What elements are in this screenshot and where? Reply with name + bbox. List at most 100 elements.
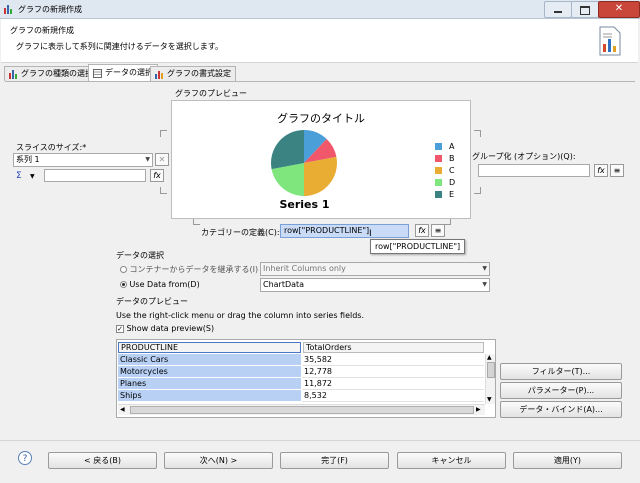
sigma-icon[interactable]: Σ xyxy=(16,171,22,181)
legend-swatch xyxy=(435,167,442,174)
corner-guide xyxy=(444,219,451,225)
vertical-scrollbar[interactable]: ▲ ▼ xyxy=(485,354,495,404)
preview-label: グラフのプレビュー xyxy=(175,89,247,98)
legend-swatch xyxy=(435,191,442,198)
tooltip-text: row["PRODUCTLINE"] xyxy=(375,242,461,251)
title-bar: グラフの新規作成 ✕ xyxy=(0,0,640,19)
table-cell: 35,582 xyxy=(302,354,484,366)
radio-circle xyxy=(120,281,127,288)
inherit-select[interactable]: Inherit Columns only ▼ xyxy=(260,262,490,276)
group-sort-button[interactable]: ≡ xyxy=(610,164,624,177)
use-data-select-value: ChartData xyxy=(263,280,305,289)
fx-icon: fx xyxy=(153,171,161,180)
next-button[interactable]: 次へ(N) > xyxy=(164,452,273,469)
table-cell: Classic Cars xyxy=(118,354,301,366)
table-cell: 11,872 xyxy=(302,378,484,390)
category-label: カテゴリーの定義(C):* xyxy=(201,228,284,237)
fx-icon: fx xyxy=(418,226,426,235)
show-preview-checkbox[interactable]: ✓ Show data preview(S) xyxy=(116,324,214,333)
data-preview-table: PRODUCTLINE TotalOrders Classic Cars 35,… xyxy=(116,339,496,418)
maximize-button[interactable] xyxy=(571,1,599,18)
tab-chart-type[interactable]: グラフの種類の選択 xyxy=(4,66,98,81)
table-cell: 12,778 xyxy=(302,366,484,378)
filter-button[interactable]: フィルター(T)... xyxy=(500,363,622,380)
tab-label: データの選択 xyxy=(105,68,153,77)
pie-slice-e xyxy=(271,130,304,170)
series-label: Series 1 xyxy=(279,198,330,211)
minimize-button[interactable] xyxy=(544,1,572,18)
chart-app-icon xyxy=(4,5,12,14)
table-cell: Ships xyxy=(118,390,301,402)
data-select-label: データの選択 xyxy=(116,251,164,260)
bar-chart-icon xyxy=(9,69,17,79)
apply-button[interactable]: 適用(Y) xyxy=(513,452,622,469)
scroll-down-icon[interactable]: ▼ xyxy=(487,396,492,403)
use-data-select[interactable]: ChartData ▼ xyxy=(260,278,490,292)
category-expression-button[interactable]: fx xyxy=(415,224,429,237)
radio-inherit[interactable]: コンテナーからデータを継承する(I) xyxy=(120,264,258,275)
footer-bar: ? < 戻る(B) 次へ(N) > 完了(F) キャンセル 適用(Y) xyxy=(0,440,640,483)
table-row[interactable]: Ships 8,532 xyxy=(118,390,484,402)
tab-select-data[interactable]: データの選択 xyxy=(88,64,158,81)
column-header-totalorders[interactable]: TotalOrders xyxy=(303,342,484,353)
category-input[interactable]: row["PRODUCTLINE"] xyxy=(280,224,409,238)
data-preview-hint: Use the right-click menu or drag the col… xyxy=(116,311,365,320)
chevron-down-icon: ▼ xyxy=(482,265,487,272)
minimize-icon xyxy=(554,11,562,13)
chart-title: グラフのタイトル xyxy=(277,112,365,125)
column-header-label: TotalOrders xyxy=(306,343,352,352)
finish-button[interactable]: 完了(F) xyxy=(280,452,389,469)
close-button[interactable]: ✕ xyxy=(598,1,640,18)
cancel-button[interactable]: キャンセル xyxy=(397,452,506,469)
pie-slice-c xyxy=(304,156,337,196)
format-chart-icon xyxy=(155,70,163,79)
banner-description: グラフに表示して系列に関連付けるデータを選択します。 xyxy=(16,42,223,51)
scroll-right-icon[interactable]: ▶ xyxy=(476,406,481,413)
slice-expression-input[interactable] xyxy=(44,169,146,182)
table-row[interactable]: Classic Cars 35,582 xyxy=(118,354,484,366)
scrollbar-thumb[interactable] xyxy=(130,406,474,414)
delete-series-button[interactable]: ✕ xyxy=(155,153,169,166)
radio-use-label: Use Data from(D) xyxy=(129,280,200,289)
table-row[interactable]: Planes 11,872 xyxy=(118,378,484,390)
scroll-left-icon[interactable]: ◀ xyxy=(120,406,125,413)
back-button[interactable]: < 戻る(B) xyxy=(48,452,157,469)
text-cursor-icon: I xyxy=(369,229,372,239)
legend-swatch xyxy=(435,155,442,162)
sort-icon: ≡ xyxy=(613,166,621,175)
chevron-down-icon[interactable]: ▼ xyxy=(30,173,35,180)
delete-icon: ✕ xyxy=(158,155,166,164)
table-row[interactable]: Motorcycles 12,778 xyxy=(118,366,484,378)
column-header-productline[interactable]: PRODUCTLINE xyxy=(118,342,301,353)
radio-inherit-label: コンテナーからデータを継承する(I) xyxy=(129,265,259,274)
horizontal-scrollbar[interactable]: ◀ ▶ xyxy=(118,404,485,415)
scroll-up-icon[interactable]: ▲ xyxy=(487,354,492,361)
checkbox-box: ✓ xyxy=(116,324,124,333)
chevron-down-icon: ▼ xyxy=(482,281,487,288)
scrollbar-thumb[interactable] xyxy=(487,362,495,378)
series-select[interactable]: 系列 1 ▼ xyxy=(13,153,153,167)
radio-use-data[interactable]: Use Data from(D) xyxy=(120,280,200,289)
tab-bar: グラフの種類の選択 データの選択 グラフの書式設定 xyxy=(1,64,638,81)
help-icon[interactable]: ? xyxy=(18,451,32,465)
chart-preview: グラフのタイトル Series 1 xyxy=(171,100,471,219)
document-chart-icon xyxy=(599,26,621,56)
corner-guide xyxy=(160,187,167,194)
radio-circle xyxy=(120,266,127,273)
legend-label: C xyxy=(449,166,455,175)
window-title: グラフの新規作成 xyxy=(18,5,82,14)
inherit-select-value: Inherit Columns only xyxy=(263,264,346,273)
table-cell: 8,532 xyxy=(302,390,484,402)
expression-builder-button[interactable]: fx xyxy=(150,169,164,182)
category-sort-button[interactable]: ≡ xyxy=(431,224,445,237)
data-binding-button[interactable]: データ・バインド(A)... xyxy=(500,401,622,418)
column-header-label: PRODUCTLINE xyxy=(121,343,179,352)
chevron-down-icon: ▼ xyxy=(145,156,150,163)
parameter-button[interactable]: パラメーター(P)... xyxy=(500,382,622,399)
group-label: グループ化 (オプション)(Q): xyxy=(472,152,576,161)
legend-label: E xyxy=(449,190,455,199)
tab-format-chart[interactable]: グラフの書式設定 xyxy=(150,66,236,81)
group-expression-button[interactable]: fx xyxy=(594,164,608,177)
group-input[interactable] xyxy=(478,164,590,177)
series-select-value: 系列 1 xyxy=(16,155,40,164)
